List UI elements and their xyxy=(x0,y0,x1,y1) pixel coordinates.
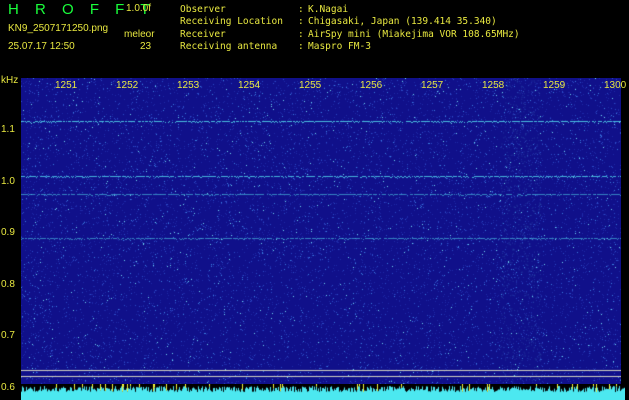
x-tick-label: 1256 xyxy=(360,80,383,91)
info-value-location: Chigasaki, Japan (139.414 35.340) xyxy=(308,16,497,28)
x-tick-label: 1253 xyxy=(177,80,200,91)
info-labels: Observer Receiving Location Receiver Rec… xyxy=(180,4,283,54)
x-tick-label: 1257 xyxy=(421,80,444,91)
info-label-observer: Observer xyxy=(180,4,226,15)
y-tick-label: 0.7 xyxy=(1,330,15,341)
x-tick-label: 1300 xyxy=(604,80,627,91)
count-label: 23 xyxy=(140,41,152,52)
info-label-location: Receiving Location xyxy=(180,16,283,28)
y-tick-label: 1.1 xyxy=(1,124,15,135)
info-sep-4: : xyxy=(298,41,304,53)
datetime-label: 25.07.17 12:50 xyxy=(8,41,75,52)
spectrogram-canvas xyxy=(21,78,621,400)
y-tick-label: 0.8 xyxy=(1,278,15,290)
x-tick-label: 1259 xyxy=(543,80,566,91)
header-panel: H R O F F T 1.0.0f KN9_2507171250.png me… xyxy=(0,0,629,76)
x-tick-label: 1252 xyxy=(116,80,139,91)
y-tick-label: 0.9 xyxy=(1,227,15,238)
info-label-receiver: Receiver xyxy=(180,28,226,40)
version-label: 1.0.0f xyxy=(126,3,152,14)
info-value-antenna: Maspro FM-3 xyxy=(308,41,371,53)
x-tick-label: 1255 xyxy=(299,80,322,91)
info-sep-2: : xyxy=(298,16,304,28)
info-values: K.Nagai Chigasaki, Japan (139.414 35.340… xyxy=(308,4,520,54)
filename-label: KN9_2507171250.png xyxy=(8,23,109,34)
info-value-receiver: AirSpy mini (Miakejima VOR 108.65MHz) xyxy=(308,28,520,40)
y-unit-label: kHz xyxy=(1,75,19,86)
x-tick-label: 1258 xyxy=(482,80,505,91)
y-tick-label: 1.0 xyxy=(1,175,15,187)
x-tick-label: 1254 xyxy=(238,80,261,91)
program-label: meleor xyxy=(124,29,155,40)
info-label-antenna: Receiving antenna xyxy=(180,41,278,53)
spectrogram-plot xyxy=(21,78,621,400)
info-sep-3: : xyxy=(298,28,304,40)
info-sep-1: : xyxy=(298,4,304,15)
y-tick-label: 0.6 xyxy=(1,381,15,393)
power-bars xyxy=(21,384,625,400)
info-separators: : : : : xyxy=(298,4,304,54)
info-value-observer: K.Nagai xyxy=(308,4,349,15)
x-tick-label: 1251 xyxy=(55,80,78,91)
